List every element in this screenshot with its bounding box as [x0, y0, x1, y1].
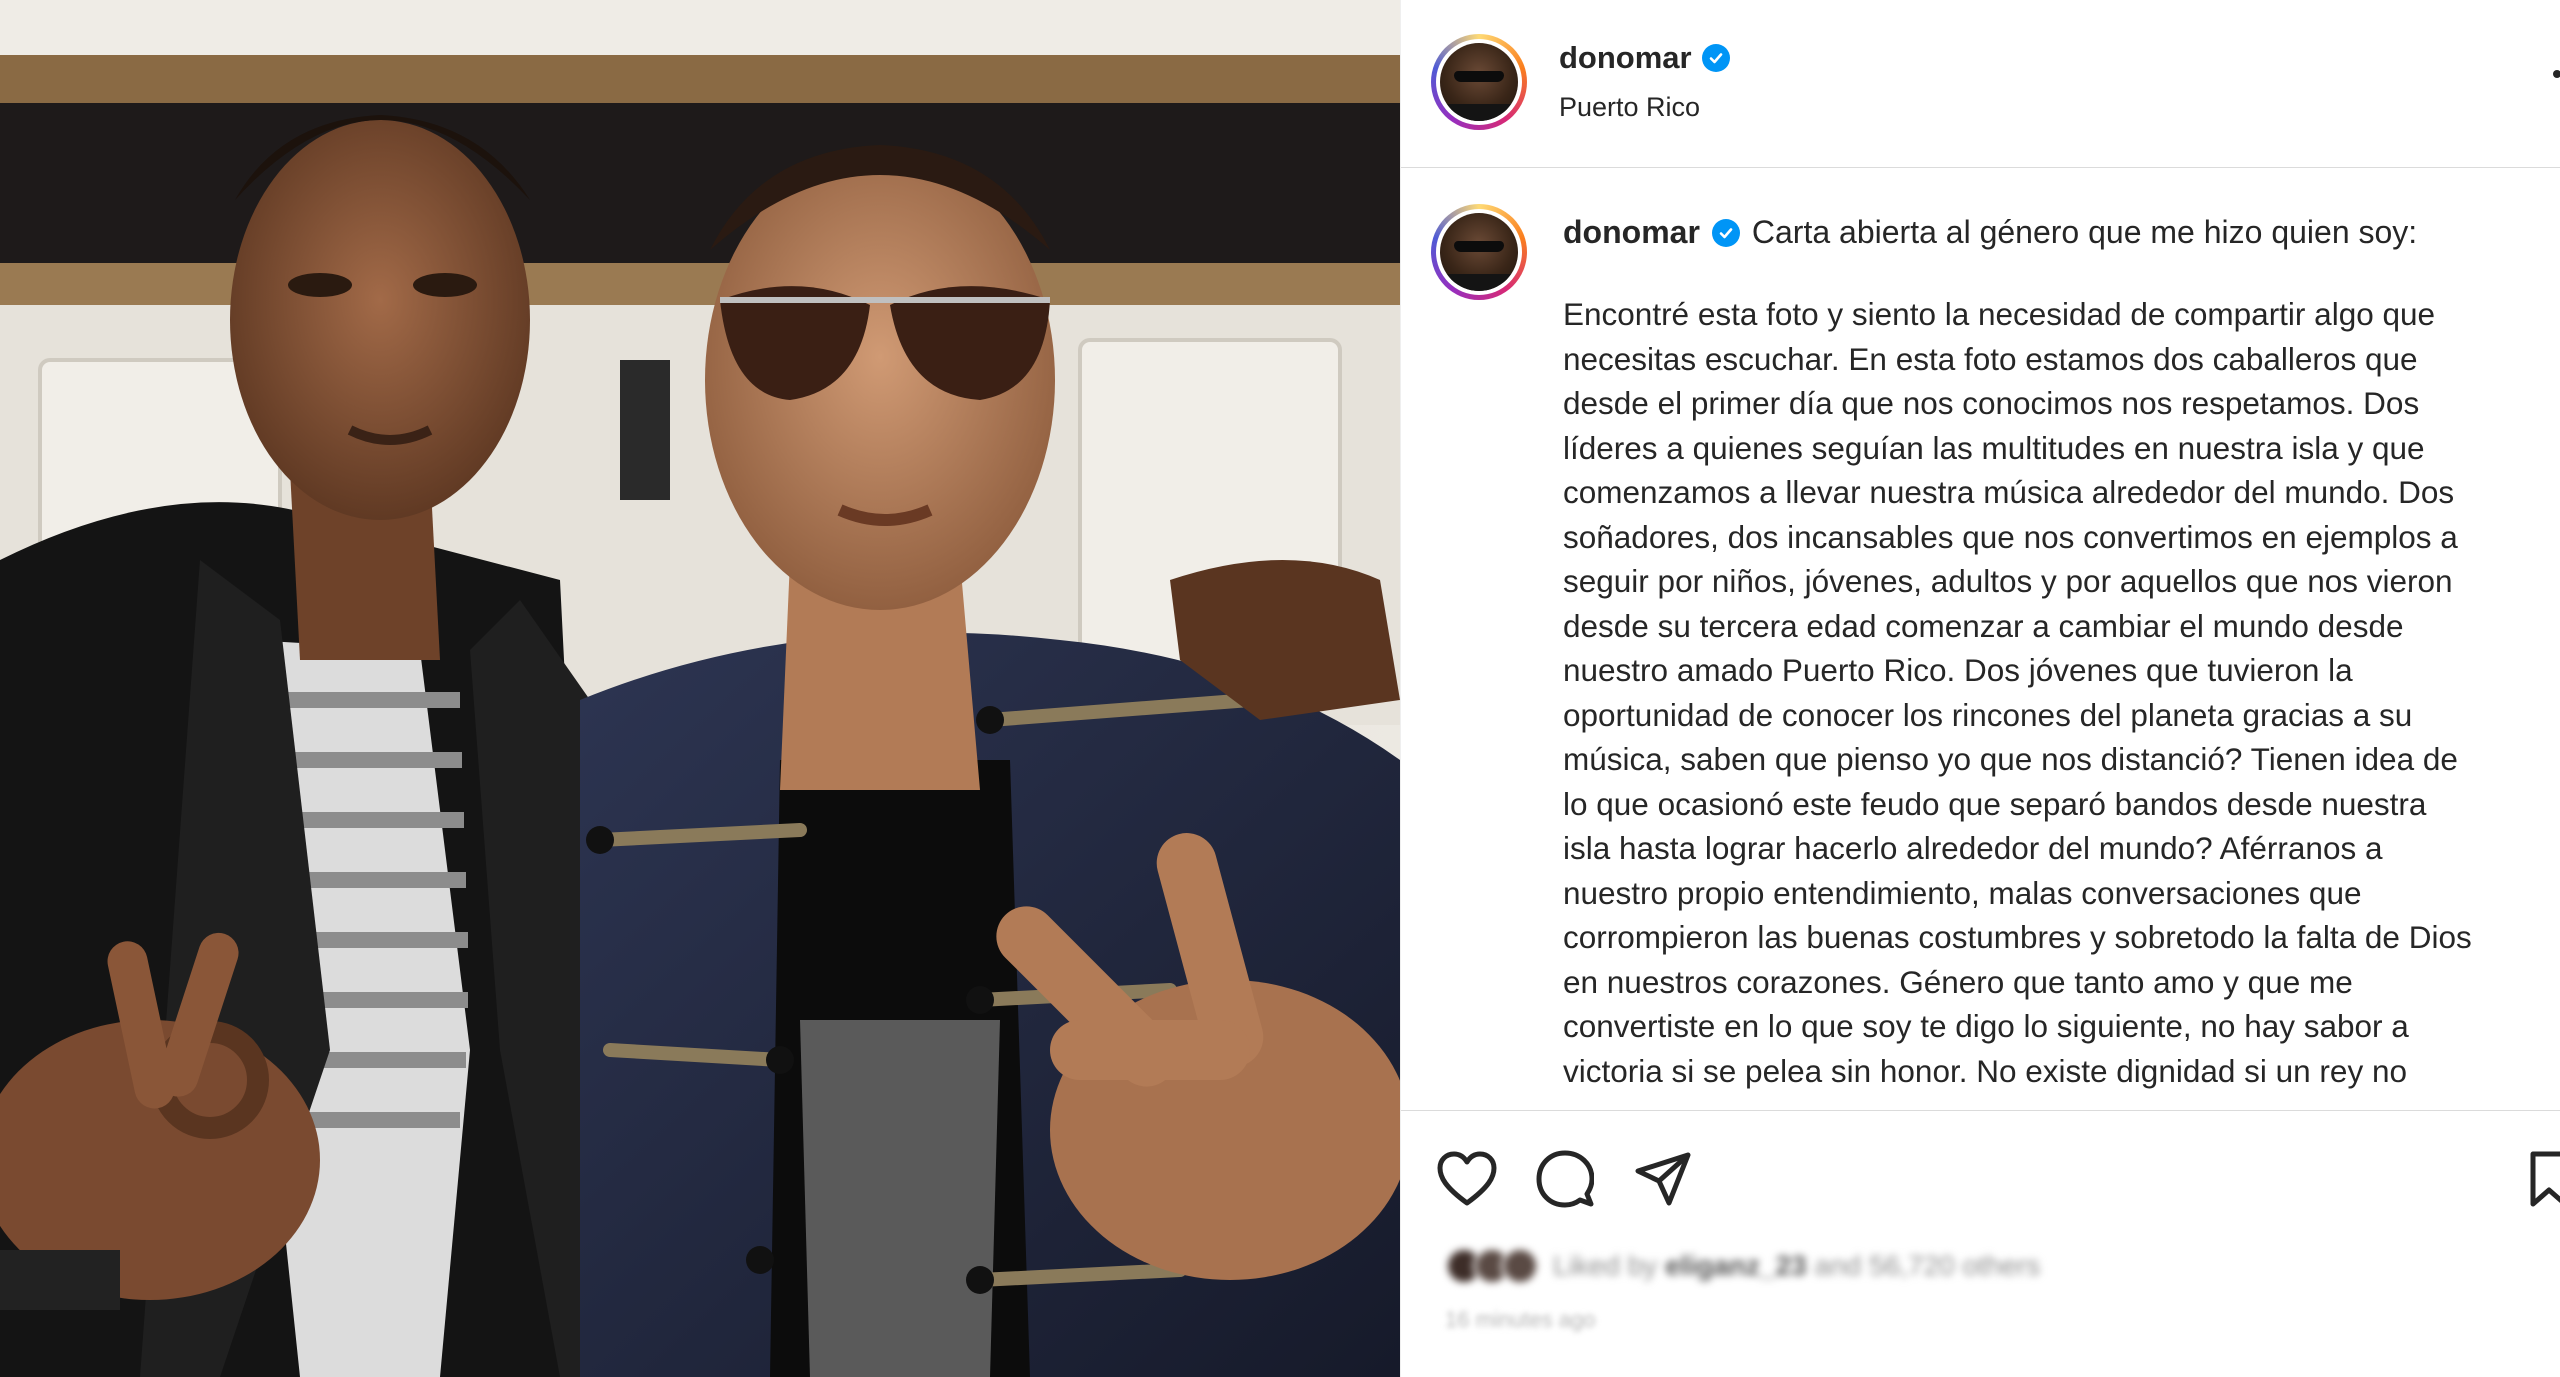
caption-line: líderes a quienes seguían las multitudes…	[1563, 429, 2425, 466]
caption-header: donomar Carta abierta al género que me h…	[1563, 214, 2417, 251]
likes-summary[interactable]: Liked by eliganz_23 and 56,720 others	[1445, 1247, 2040, 1285]
caption-line: corrompieron las buenas costumbres y sob…	[1563, 919, 2472, 955]
caption-title: Carta abierta al género que me hizo quie…	[1751, 214, 2418, 250]
caption-text: Encontré esta foto y siento la necesidad…	[1563, 292, 2560, 1093]
caption-line: isla hasta lograr hacerlo alrededor del …	[1563, 830, 2383, 866]
header-username-row: donomar	[1559, 40, 1730, 76]
bookmark-icon[interactable]	[2529, 1147, 2560, 1211]
post-header: donomar Puerto Rico	[1401, 0, 2560, 168]
caption-line: Encontré esta foto y siento la necesidad…	[1563, 296, 2436, 332]
caption-author-avatar[interactable]	[1431, 204, 1527, 300]
comment-bubble-icon[interactable]	[1533, 1147, 1597, 1211]
likes-text: Liked by eliganz_23 and 56,720 others	[1553, 1250, 2041, 1281]
caption-line: desde el primer día que nos conocimos no…	[1563, 385, 2420, 421]
post-timestamp: 16 minutes ago	[1445, 1307, 1596, 1332]
caption-line: soñadores, dos incansables que nos conve…	[1563, 518, 2458, 555]
caption-line: nuestro propio entendimiento, malas conv…	[1563, 874, 2362, 911]
caption-line: seguir por niños, jóvenes, adultos y por…	[1563, 563, 2453, 599]
caption-line: desde su tercera edad comenzar a cambiar…	[1563, 607, 2404, 644]
caption-line: necesitas escuchar. En esta foto estamos…	[1563, 340, 2418, 377]
more-options-icon[interactable]	[2553, 70, 2560, 78]
caption-line: comenzamos a llevar nuestra música alred…	[1563, 474, 2455, 510]
author-avatar[interactable]	[1431, 34, 1527, 130]
caption-area: donomar Carta abierta al género que me h…	[1401, 168, 2560, 1110]
caption-line: lo que ocasionó este feudo que separó ba…	[1563, 785, 2427, 822]
photo-illustration	[0, 0, 1400, 1377]
verified-badge-icon	[1701, 44, 1730, 72]
caption-line: música, saben que pienso yo que nos dist…	[1563, 741, 2458, 777]
caption-line: en nuestros corazones. Género que tanto …	[1563, 963, 2353, 1000]
caption-line: convertiste en lo que soy te digo lo sig…	[1563, 1008, 2409, 1044]
liker-avatars	[1445, 1247, 1539, 1285]
post-location[interactable]: Puerto Rico	[1559, 92, 1700, 123]
caption-username[interactable]: donomar	[1563, 214, 1700, 251]
caption-line: victoria si se pelea sin honor. No exist…	[1563, 1052, 2407, 1089]
caption-line: oportunidad de conocer los rincones del …	[1563, 696, 2413, 733]
caption-line: nuestro amado Puerto Rico. Dos jóvenes q…	[1563, 652, 2353, 688]
post-photo[interactable]	[0, 0, 1400, 1377]
post-actions: Liked by eliganz_23 and 56,720 others 16…	[1401, 1110, 2560, 1377]
verified-badge-icon	[1711, 218, 1740, 247]
heart-icon[interactable]	[1435, 1147, 1499, 1211]
post-details-panel: donomar Puerto Rico donomar Carta abiert…	[1400, 0, 2560, 1377]
paper-plane-icon[interactable]	[1631, 1147, 1695, 1211]
header-username[interactable]: donomar	[1559, 40, 1692, 76]
